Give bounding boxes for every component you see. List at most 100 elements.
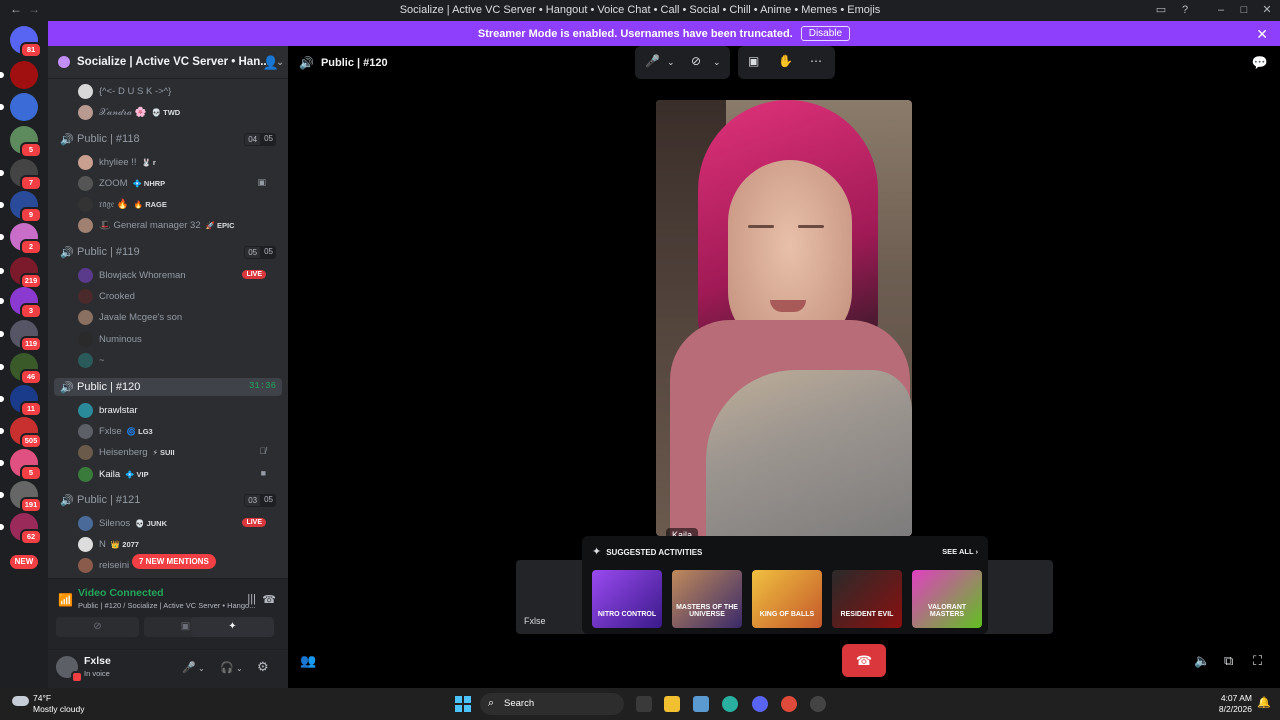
edge-icon[interactable] [722, 696, 738, 712]
chevron-down-icon[interactable]: ⌄ [667, 57, 675, 68]
member-name: Heisenberg [99, 446, 148, 458]
chevron-down-icon[interactable]: ⌄ [198, 664, 205, 673]
server-icon[interactable]: 119 [0, 320, 42, 352]
activities-button[interactable]: ✦ [191, 617, 274, 637]
disconnect-icon[interactable]: ☎ [262, 593, 276, 606]
voice-member[interactable]: ~ [78, 351, 278, 369]
member-tag: ⚡ SUII [152, 447, 175, 457]
voice-member[interactable]: 𝔯𝔞𝔤𝔢 🔥 🔥 RAGE [78, 195, 278, 213]
discord-home-icon[interactable]: 81 [10, 26, 42, 58]
server-icon[interactable]: 5 [0, 449, 42, 481]
new-unreads-pill[interactable]: NEW [10, 555, 38, 569]
activity-card[interactable]: NITRO CONTROL [592, 570, 662, 628]
voice-member[interactable]: 🎩 General manager 32 🚀 EPIC [78, 216, 278, 234]
see-all-link[interactable]: SEE ALL › [942, 547, 978, 556]
chevron-down-icon[interactable]: ⌄ [713, 57, 721, 68]
server-icon[interactable]: 5 [10, 126, 42, 158]
inbox-icon[interactable]: ▭ [1154, 3, 1168, 17]
voice-member[interactable]: 𝒳𝒶𝓃𝒹𝓇𝒶 🌸 💀 TWD [78, 103, 278, 121]
voice-member[interactable]: Crooked [78, 287, 278, 305]
windows-start-icon[interactable] [455, 696, 471, 712]
server-icon[interactable]: 191 [0, 481, 42, 513]
close-banner-icon[interactable]: ✕ [1256, 26, 1268, 43]
maximize-icon[interactable]: □ [1237, 3, 1251, 17]
chrome-icon[interactable] [781, 696, 797, 712]
voice-channel-121[interactable]: 🔊 Public | #121 03 05 [54, 491, 282, 509]
voice-channel-119[interactable]: 🔊 Public | #119 05 05 [54, 243, 282, 261]
voice-member[interactable]: Fxlse 🌀 LG3 [78, 422, 278, 440]
voice-channel-120[interactable]: 🔊 Public | #120 31:36 [54, 378, 282, 396]
server-icon[interactable]: 7 [0, 159, 42, 191]
server-icon[interactable]: 2 [0, 223, 42, 255]
settings-gear-icon[interactable]: ⚙ [257, 659, 269, 675]
voice-location[interactable]: Public | #120 / Socialize | Active VC Se… [78, 601, 255, 610]
server-icon[interactable]: 505 [0, 417, 42, 449]
invite-people-icon[interactable]: 👤 [263, 55, 279, 71]
user-limit-counter: 03 05 [244, 494, 276, 507]
server-icon[interactable]: 46 [0, 353, 42, 385]
disconnect-button[interactable]: ☎ [842, 644, 886, 677]
chat-bubble-icon[interactable]: 💬 [1252, 55, 1268, 71]
avatar [78, 217, 93, 233]
noise-suppression-icon[interactable]: ||| [247, 593, 256, 605]
fullscreen-icon[interactable]: ⛶ [1253, 653, 1262, 669]
voice-status-text[interactable]: Video Connected [78, 587, 164, 599]
signal-icon[interactable]: 📶 [58, 593, 73, 607]
video-stream-tile[interactable]: Kaila [656, 100, 912, 536]
taskbar-search-box[interactable]: ⌕ Search [480, 693, 624, 715]
server-icon[interactable]: 9 [0, 191, 42, 223]
voice-member[interactable]: Silenos 💀 JUNK LIVE [78, 514, 278, 532]
server-icon[interactable]: 62 [0, 513, 42, 545]
username[interactable]: Fxlse [84, 655, 111, 667]
screen-share-icon[interactable]: ▣ [748, 54, 759, 68]
microphone-icon[interactable]: 🎤 [645, 54, 660, 68]
server-icon[interactable]: 3 [0, 287, 42, 319]
microphone-icon[interactable]: 🎤 [182, 661, 196, 674]
activity-card[interactable]: RESIDENT EVIL [832, 570, 902, 628]
voice-member[interactable]: {^<- D U S K ->^} [78, 82, 278, 100]
activities-title: ✦ SUGGESTED ACTIVITIES [592, 546, 703, 558]
system-clock[interactable]: 4:07 AM 8/2/2026 [1219, 693, 1252, 715]
app-icon[interactable] [810, 696, 826, 712]
camera-off-icon[interactable]: ⊘ [691, 54, 701, 68]
discord-taskbar-icon[interactable] [752, 696, 768, 712]
voice-channel-118[interactable]: 🔊 Public | #118 04 05 [54, 130, 282, 148]
more-options-icon[interactable]: ⋯ [810, 54, 822, 68]
voice-member[interactable]: Numinous [78, 330, 278, 348]
voice-member[interactable]: N 👑 2077 [78, 535, 278, 553]
activity-card[interactable]: VALORANT MASTERS [912, 570, 982, 628]
notification-bell-icon[interactable]: 🔔 [1257, 696, 1271, 709]
popout-icon[interactable]: ⧉ [1224, 653, 1233, 669]
server-icon[interactable]: 11 [0, 385, 42, 417]
headphones-icon[interactable]: 🎧 [220, 661, 234, 674]
raise-hand-icon[interactable]: ✋ [778, 54, 793, 68]
voice-member[interactable]: Blowjack Whoreman LIVE [78, 266, 278, 284]
store-icon[interactable] [693, 696, 709, 712]
cloud-icon [12, 696, 29, 706]
voice-member[interactable]: Javale Mcgee's son [78, 308, 278, 326]
task-view-icon[interactable] [636, 696, 652, 712]
camera-toggle-button[interactable]: ⊘ [56, 617, 139, 637]
volume-icon[interactable]: 🔈 [1194, 653, 1210, 669]
voice-member[interactable]: Kaila 💠 VIP ■ [78, 465, 278, 483]
add-people-icon[interactable]: 👥 [300, 653, 316, 669]
file-explorer-icon[interactable] [664, 696, 680, 712]
activity-card[interactable]: MASTERS OF THE UNIVERSE [672, 570, 742, 628]
participant-name[interactable]: Fxlse [524, 616, 546, 626]
live-badge: LIVE [242, 518, 266, 527]
chevron-down-icon[interactable]: ⌄ [236, 664, 243, 673]
help-icon[interactable]: ? [1178, 3, 1192, 17]
activity-card[interactable]: KING OF BALLS [752, 570, 822, 628]
voice-member[interactable]: Heisenberg ⚡ SUII 🎙̸ [78, 443, 278, 461]
close-window-icon[interactable]: ✕ [1260, 3, 1274, 17]
server-icon[interactable]: 219 [0, 257, 42, 289]
voice-member[interactable]: khyliee !! 🐰 r [78, 153, 278, 171]
voice-member[interactable]: ZOOM 💠 NHRP ▣ [78, 174, 278, 192]
server-header[interactable]: Socialize | Active VC Server • Han... ⌄ … [48, 46, 288, 79]
minimize-icon[interactable]: – [1214, 3, 1228, 17]
disable-streamer-mode-button[interactable]: Disable [800, 26, 851, 41]
server-icon[interactable] [0, 61, 38, 89]
server-icon[interactable] [0, 93, 38, 121]
voice-member[interactable]: brawlstar [78, 401, 278, 419]
new-mentions-pill[interactable]: 7 NEW MENTIONS [132, 554, 216, 569]
